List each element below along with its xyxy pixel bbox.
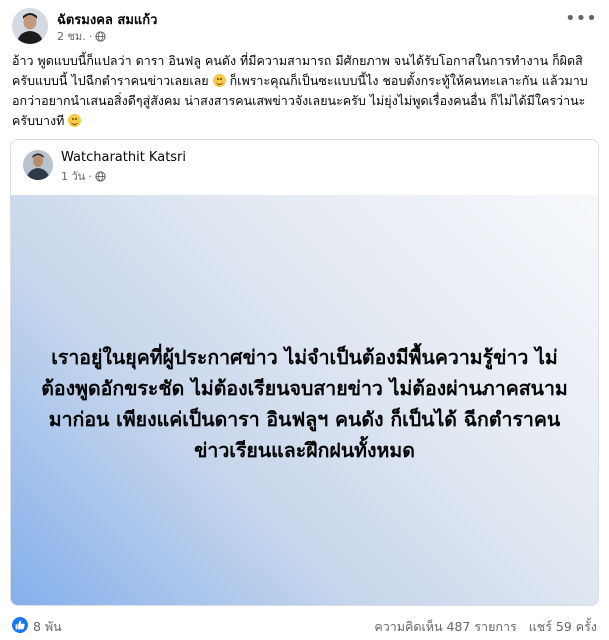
comment-count[interactable]: ความคิดเห็น 487 รายการ	[374, 617, 516, 637]
more-options-icon: •••	[565, 8, 597, 29]
smiling-face-emoji-icon	[68, 114, 82, 127]
shared-post-card[interactable]: Watcharathit Katsri 1 วัน · เราอยู่ในยุค…	[10, 139, 599, 606]
shared-author-name[interactable]: Watcharathit Katsri	[61, 150, 186, 165]
shared-author-avatar[interactable]	[23, 150, 53, 180]
thumbs-up-icon	[15, 620, 25, 630]
author-photo	[12, 8, 48, 44]
globe-icon	[95, 170, 106, 182]
share-count[interactable]: แชร์ 59 ครั้ง	[529, 617, 597, 637]
like-reaction-icon[interactable]	[12, 617, 28, 633]
shared-author-photo	[23, 150, 53, 180]
post-meta: 2 ชม. ·	[57, 27, 106, 45]
shared-meta-separator: ·	[88, 169, 92, 183]
engagement-stats: ความคิดเห็น 487 รายการ แชร์ 59 ครั้ง	[374, 617, 597, 637]
grinning-face-emoji-icon	[212, 74, 226, 87]
author-avatar[interactable]	[12, 8, 48, 44]
reaction-count[interactable]: 8 พัน	[33, 617, 62, 637]
shared-quote-text: เราอยู่ในยุคที่ผู้ประกาศข่าว ไม่จำเป็นต้…	[41, 346, 568, 462]
post-body: อ้าว พูดแบบนี้ก็แปลว่า ดารา อินฟลู คนดัง…	[12, 51, 592, 131]
post-footer: 8 พัน ความคิดเห็น 487 รายการ แชร์ 59 ครั…	[0, 610, 609, 640]
text-post-background: เราอยู่ในยุคที่ผู้ประกาศข่าว ไม่จำเป็นต้…	[11, 195, 598, 605]
post-time[interactable]: 2 ชม.	[57, 27, 86, 45]
more-options-button[interactable]: •••	[565, 10, 597, 32]
globe-icon	[95, 30, 106, 42]
shared-meta: 1 วัน ·	[61, 167, 106, 185]
meta-separator: ·	[88, 29, 93, 43]
shared-time[interactable]: 1 วัน	[61, 167, 85, 185]
